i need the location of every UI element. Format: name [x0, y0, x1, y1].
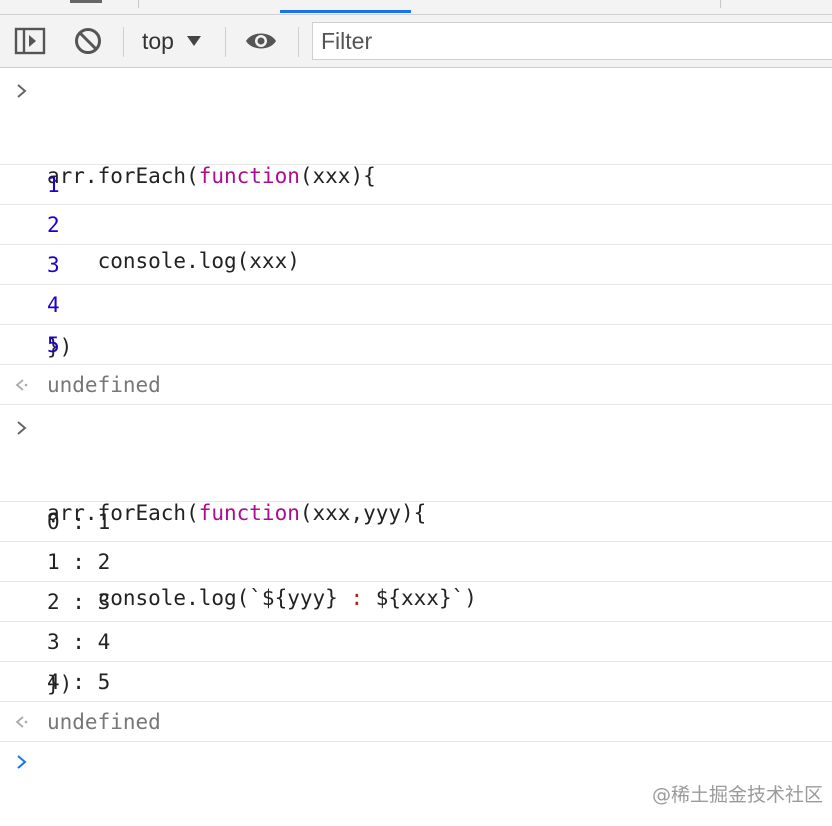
console-input-entry[interactable]: arr.forEach(function(xxx){ console.log(x… [0, 68, 832, 359]
log-output-row: 3 [0, 245, 832, 285]
clear-console-icon [75, 28, 101, 54]
log-output-row: 2 : 3 [0, 582, 832, 622]
toolbar-divider [123, 27, 124, 57]
log-value: 1 [47, 173, 60, 197]
active-tab-indicator [280, 10, 411, 13]
triangle-down-icon [186, 36, 201, 46]
result-value: undefined [47, 710, 161, 734]
tab-separator [138, 0, 139, 8]
toolbar-divider [225, 27, 226, 57]
log-output-row: 4 : 5 [0, 662, 832, 702]
chevron-right-icon [17, 421, 27, 435]
chevron-right-icon [17, 84, 27, 98]
log-output-row: 1 [0, 165, 832, 205]
log-value: 1 : 2 [47, 550, 111, 574]
result-row: undefined [0, 702, 832, 742]
context-label: top [142, 27, 174, 54]
tab-edge [70, 0, 102, 3]
eye-icon [246, 33, 276, 49]
live-expression-button[interactable] [242, 15, 280, 67]
log-output-row: 3 : 4 [0, 622, 832, 662]
log-output-row: 4 [0, 285, 832, 325]
context-selector[interactable]: top [134, 15, 214, 67]
log-value: 0 : 1 [47, 510, 111, 534]
log-value: 5 [47, 333, 60, 357]
console-toolbar: top [0, 15, 832, 68]
log-value: 2 : 3 [47, 590, 111, 614]
log-output-row: 5 [0, 325, 832, 365]
log-value: 2 [47, 213, 60, 237]
console-messages: arr.forEach(function(xxx){ console.log(x… [0, 68, 832, 792]
log-value: 3 : 4 [47, 630, 111, 654]
log-value: 3 [47, 253, 60, 277]
sidebar-toggle-icon [14, 27, 46, 55]
clear-console-button[interactable] [70, 15, 106, 67]
log-value: 4 [47, 293, 60, 317]
watermark: @稀土掘金技术社区 [652, 784, 824, 806]
result-value: undefined [47, 373, 161, 397]
chevron-right-icon [17, 755, 27, 769]
filter-box [312, 22, 832, 60]
log-output-row: 1 : 2 [0, 542, 832, 582]
sidebar-toggle-button[interactable] [12, 15, 48, 67]
console-input-entry[interactable]: arr.forEach(function(xxx,yyy){ console.l… [0, 405, 832, 696]
tab-separator [720, 0, 721, 8]
log-value: 4 : 5 [47, 670, 111, 694]
filter-input[interactable] [313, 22, 832, 60]
return-arrow-icon [15, 379, 28, 391]
toolbar-divider [298, 27, 299, 57]
return-arrow-icon [15, 716, 28, 728]
result-row: undefined [0, 365, 832, 405]
log-output-row: 2 [0, 205, 832, 245]
log-output-row: 0 : 1 [0, 502, 832, 542]
tab-strip [0, 0, 832, 15]
